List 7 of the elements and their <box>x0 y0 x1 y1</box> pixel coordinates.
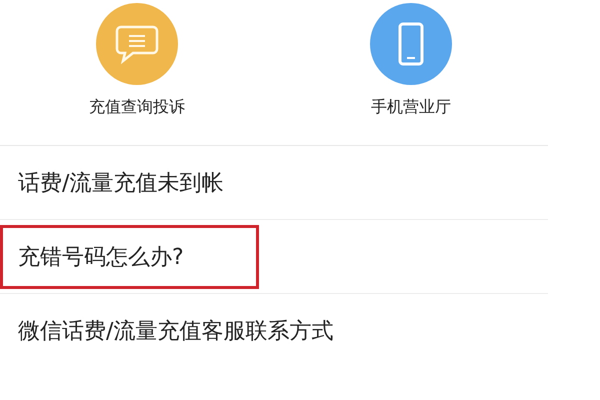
shortcut-label: 充值查询投诉 <box>89 97 185 118</box>
menu-item[interactable]: 微信话费/流量充值客服联系方式 <box>0 299 352 363</box>
shortcut-label: 手机营业厅 <box>371 97 451 118</box>
phone-icon <box>398 22 424 66</box>
menu-item[interactable]: 充错号码怎么办? <box>0 224 259 288</box>
chat-icon <box>115 23 159 65</box>
menu-item[interactable]: 话费/流量充值未到帐 <box>0 150 242 214</box>
